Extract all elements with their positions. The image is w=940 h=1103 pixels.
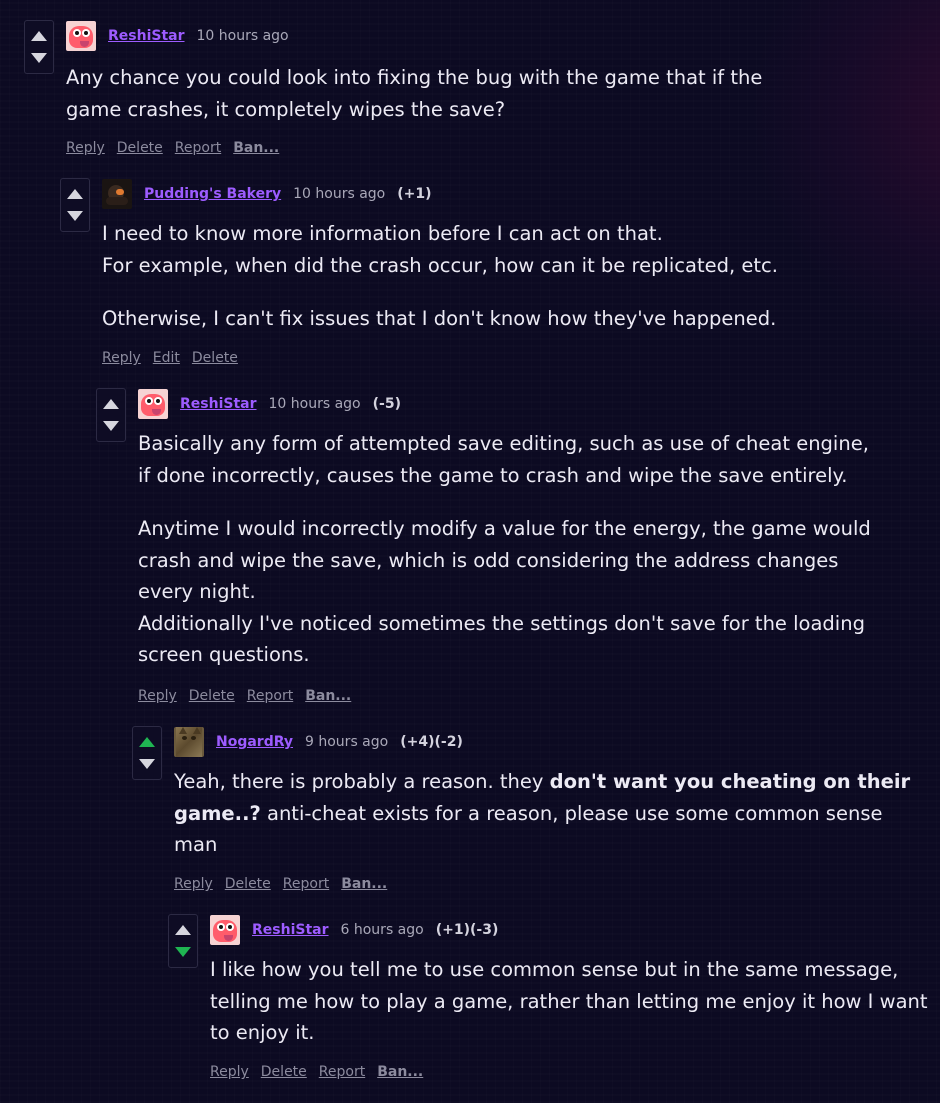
reply-link[interactable]: Reply: [138, 688, 177, 704]
comment-text: every night.: [138, 580, 256, 603]
comment-text: man: [174, 833, 218, 856]
report-link[interactable]: Report: [247, 688, 293, 704]
reply-link[interactable]: Reply: [102, 350, 141, 366]
delete-link[interactable]: Delete: [225, 876, 271, 892]
timestamp: 10 hours ago: [268, 396, 361, 412]
comment-actions: Reply Edit Delete: [102, 350, 250, 366]
delete-link[interactable]: Delete: [117, 140, 163, 156]
upvote-arrow-icon[interactable]: [67, 189, 83, 199]
vote-box: [24, 20, 54, 74]
reshi-avatar-icon[interactable]: [210, 915, 240, 945]
downvote-arrow-icon[interactable]: [139, 759, 155, 769]
comment-text: Additionally I've noticed sometimes the …: [138, 611, 865, 635]
comment-body: I like how you tell me to use common sen…: [210, 954, 928, 1049]
comment-text: game..? anti-cheat exists for a reason, …: [174, 798, 910, 830]
vote-box: [132, 726, 162, 780]
username-link[interactable]: Pudding's Bakery: [144, 186, 281, 202]
delete-link[interactable]: Delete: [189, 688, 235, 704]
downvote-arrow-icon[interactable]: [103, 421, 119, 431]
cat-avatar-icon[interactable]: [174, 727, 204, 757]
comment-text: telling me how to play a game, rather th…: [210, 989, 928, 1013]
comment-text: to enjoy it.: [210, 1021, 315, 1044]
comment-text: Anytime I would incorrectly modify a val…: [138, 517, 871, 540]
comment-body: I need to know more information before I…: [102, 218, 778, 335]
comment-text: Any chance you could look into fixing th…: [66, 66, 763, 89]
timestamp: 10 hours ago: [293, 186, 386, 202]
comment-text-bold: don't want you cheating on their: [549, 770, 911, 793]
delete-link[interactable]: Delete: [261, 1064, 307, 1080]
timestamp: 6 hours ago: [340, 922, 424, 938]
upvote-arrow-icon[interactable]: [103, 399, 119, 409]
comment-header: Pudding's Bakery 10 hours ago (+1): [102, 179, 432, 209]
comment-text: For example, when did the crash occur, h…: [102, 253, 778, 277]
report-link[interactable]: Report: [175, 140, 221, 156]
comment-body: Any chance you could look into fixing th…: [66, 62, 762, 125]
comment-text: Yeah, there is probably a reason. they d…: [174, 766, 910, 798]
comment-header: ReshiStar 10 hours ago: [66, 21, 301, 51]
comment-actions: Reply Delete Report Ban...: [210, 1064, 435, 1080]
reshi-avatar-icon[interactable]: [138, 389, 168, 419]
username-link[interactable]: ReshiStar: [252, 922, 329, 938]
username-link[interactable]: ReshiStar: [180, 396, 257, 412]
comment-text-part: anti-cheat exists for a reason, please u…: [260, 801, 883, 825]
username-link[interactable]: NogardRy: [216, 734, 293, 750]
comment-header: NogardRy 9 hours ago (+4)(-2): [174, 727, 463, 757]
vote-score: (+1)(-3): [435, 922, 499, 938]
comment-text: game crashes, it completely wipes the sa…: [66, 97, 506, 121]
comment-text: I like how you tell me to use common sen…: [210, 958, 899, 981]
ban-link[interactable]: Ban...: [341, 876, 387, 892]
report-link[interactable]: Report: [319, 1064, 365, 1080]
vote-score: (-5): [372, 396, 401, 412]
comment-body: Basically any form of attempted save edi…: [138, 428, 871, 671]
comment-text: I need to know more information before I…: [102, 222, 663, 245]
reply-link[interactable]: Reply: [174, 876, 213, 892]
delete-link[interactable]: Delete: [192, 350, 238, 366]
comment-body: Yeah, there is probably a reason. they d…: [174, 766, 910, 861]
comment-text: if done incorrectly, causes the game to …: [138, 463, 848, 487]
ban-link[interactable]: Ban...: [233, 140, 279, 156]
reply-link[interactable]: Reply: [66, 140, 105, 156]
upvote-arrow-icon[interactable]: [31, 31, 47, 41]
vote-box: [168, 914, 198, 968]
ban-link[interactable]: Ban...: [305, 688, 351, 704]
upvote-arrow-icon[interactable]: [175, 925, 191, 935]
comment-text: screen questions.: [138, 643, 310, 666]
comment-text: crash and wipe the save, which is odd co…: [138, 548, 839, 572]
downvote-arrow-icon[interactable]: [31, 53, 47, 63]
edit-link[interactable]: Edit: [153, 350, 180, 366]
reply-link[interactable]: Reply: [210, 1064, 249, 1080]
comment-text: Otherwise, I can't fix issues that I don…: [102, 307, 777, 330]
vote-box: [96, 388, 126, 442]
comment-actions: Reply Delete Report Ban...: [174, 876, 399, 892]
vote-box: [60, 178, 90, 232]
comment-text: Basically any form of attempted save edi…: [138, 432, 869, 455]
upvote-arrow-icon[interactable]: [139, 737, 155, 747]
timestamp: 9 hours ago: [305, 734, 389, 750]
report-link[interactable]: Report: [283, 876, 329, 892]
vote-score: (+1): [397, 186, 432, 202]
username-link[interactable]: ReshiStar: [108, 28, 185, 44]
timestamp: 10 hours ago: [196, 28, 289, 44]
comment-header: ReshiStar 10 hours ago (-5): [138, 389, 401, 419]
comment-text-bold: game..?: [174, 801, 261, 825]
ban-link[interactable]: Ban...: [377, 1064, 423, 1080]
comment-actions: Reply Delete Report Ban...: [66, 140, 291, 156]
reshi-avatar-icon[interactable]: [66, 21, 96, 51]
downvote-arrow-icon[interactable]: [175, 947, 191, 957]
comment-header: ReshiStar 6 hours ago (+1)(-3): [210, 915, 498, 945]
comment-actions: Reply Delete Report Ban...: [138, 688, 363, 704]
pudding-avatar-icon[interactable]: [102, 179, 132, 209]
downvote-arrow-icon[interactable]: [67, 211, 83, 221]
vote-score: (+4)(-2): [400, 734, 463, 750]
comment-text-part: Yeah, there is probably a reason. they: [174, 770, 550, 793]
